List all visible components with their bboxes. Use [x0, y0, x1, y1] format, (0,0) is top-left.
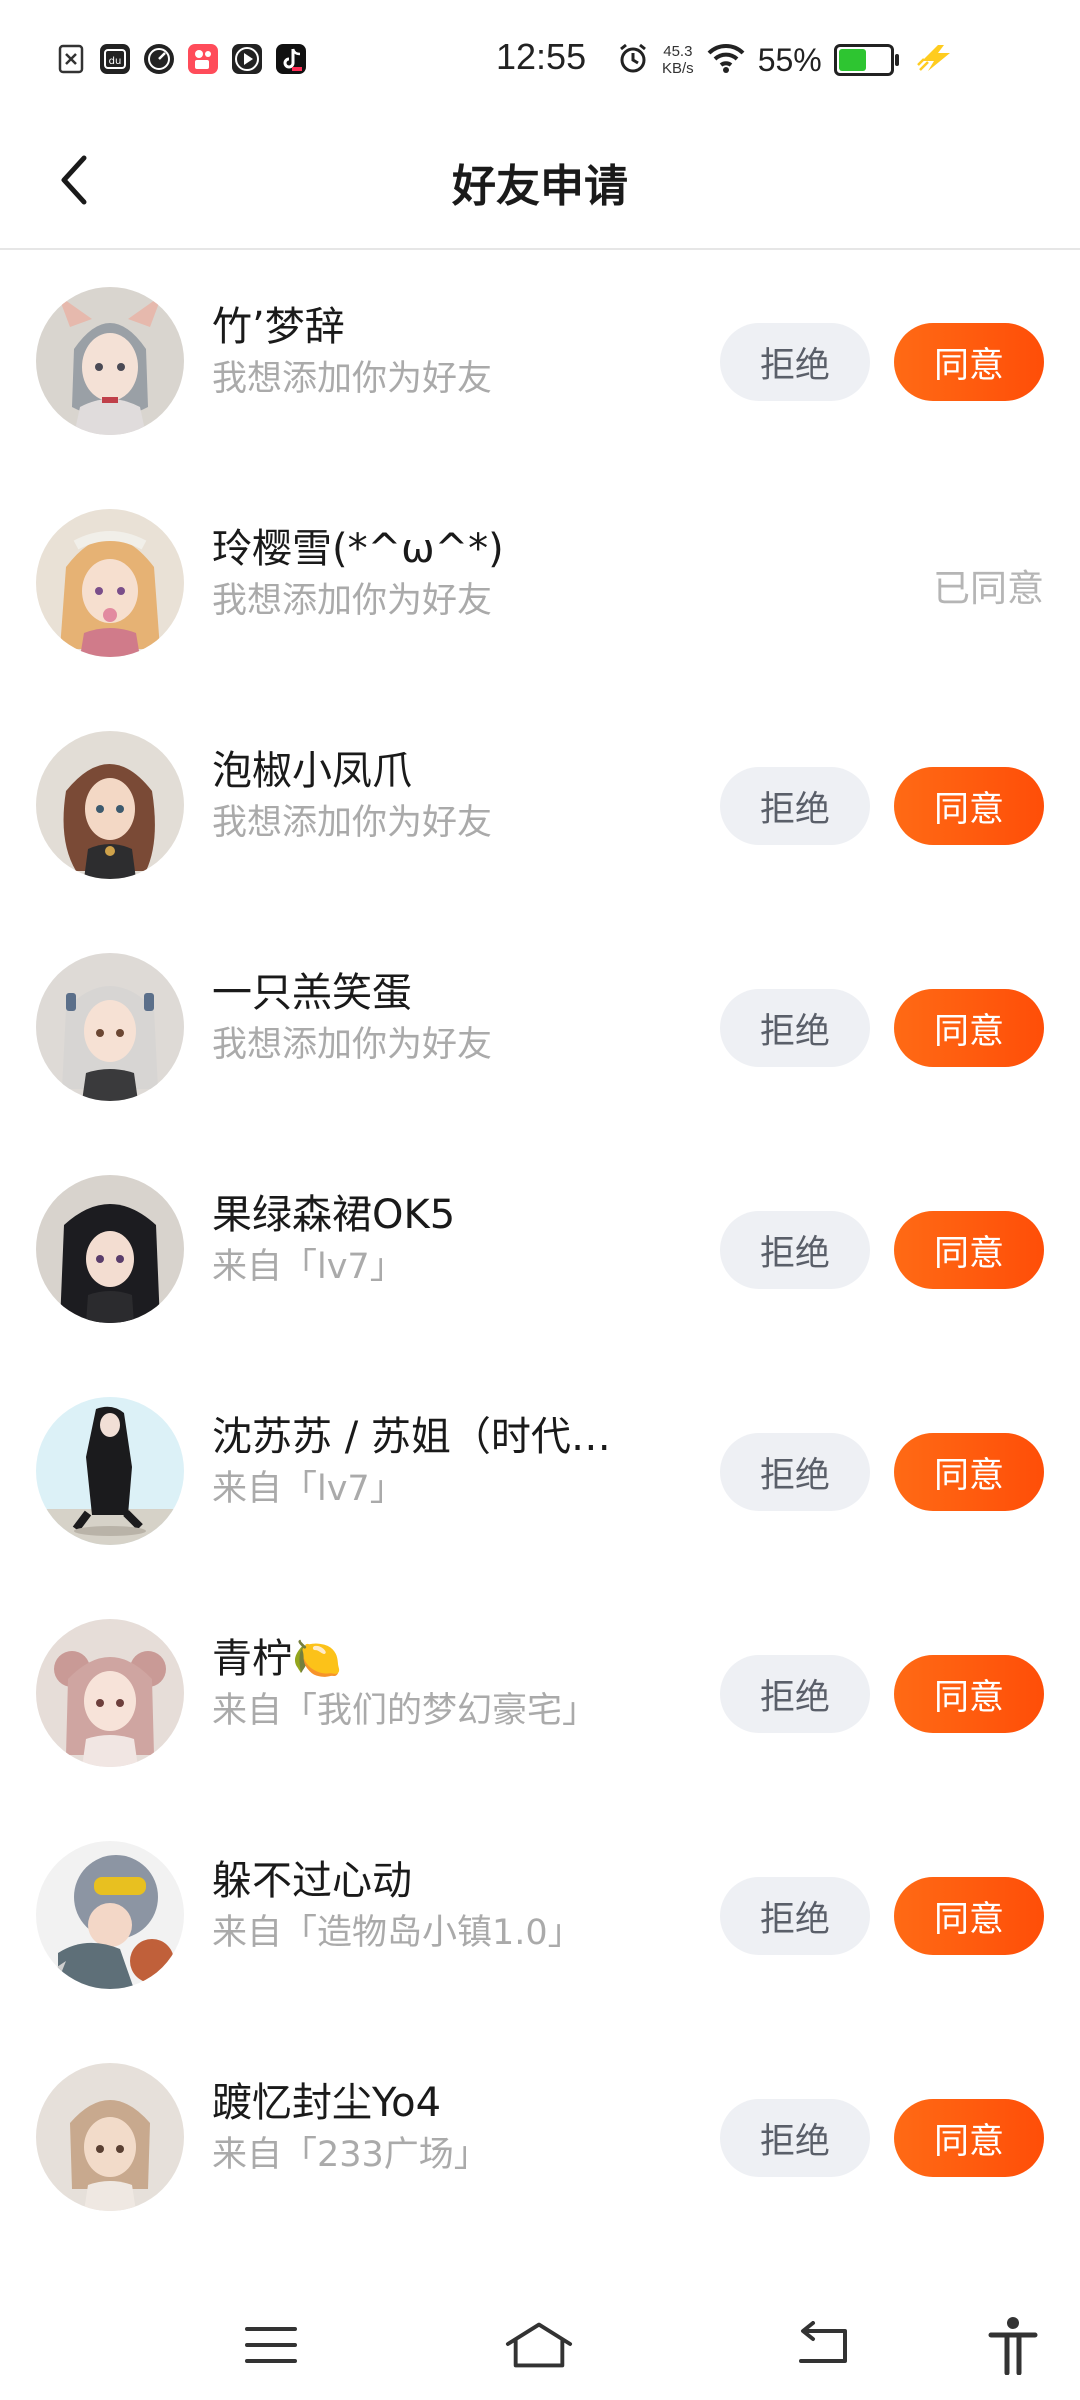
requester-name: 竹’梦辞: [212, 304, 345, 350]
net-speed-unit: KB/s: [662, 60, 694, 77]
list-item: 沈苏苏 / 苏姐（时代… 来自「lv7」 拒绝 同意: [0, 1360, 1080, 1582]
reject-button[interactable]: 拒绝: [720, 2099, 870, 2177]
battery-level: [838, 49, 866, 71]
list-item: 躲不过心动 来自「造物岛小镇1.0」 拒绝 同意: [0, 1804, 1080, 2026]
accepted-status: 已同意: [933, 567, 1044, 610]
requester-name: 躲不过心动: [212, 1858, 412, 1904]
reject-button[interactable]: 拒绝: [720, 767, 870, 845]
home-icon: [505, 2322, 573, 2368]
accept-button[interactable]: 同意: [894, 1655, 1044, 1733]
request-message: 来自「lv7」: [212, 1247, 405, 1287]
menu-icon: [245, 2327, 297, 2363]
avatar[interactable]: [36, 953, 184, 1101]
avatar[interactable]: [36, 1841, 184, 1989]
accessibility-icon: [988, 2317, 1038, 2375]
list-item: 踱忆封尘Yo4 来自「233广场」 拒绝 同意: [0, 2026, 1080, 2248]
svg-text:du: du: [109, 56, 122, 67]
accept-button[interactable]: 同意: [894, 323, 1044, 401]
requester-name: 玲樱雪(*^ω^*): [212, 526, 504, 572]
menu-button[interactable]: [236, 2310, 306, 2380]
accept-button[interactable]: 同意: [894, 1433, 1044, 1511]
avatar[interactable]: [36, 509, 184, 657]
list-item: 玲樱雪(*^ω^*) 我想添加你为好友 已同意: [0, 472, 1080, 694]
list-item: 一只羔笑蛋 我想添加你为好友 拒绝 同意: [0, 916, 1080, 1138]
accept-button[interactable]: 同意: [894, 767, 1044, 845]
avatar[interactable]: [36, 1619, 184, 1767]
request-message: 来自「233广场」: [212, 2135, 489, 2175]
avatar[interactable]: [36, 1175, 184, 1323]
battery-icon: [833, 44, 899, 76]
battery-percent: 55%: [757, 41, 822, 78]
requester-name: 果绿森裙OK5: [212, 1192, 456, 1238]
accessibility-button[interactable]: [978, 2310, 1048, 2380]
du-app-icon: du: [100, 44, 130, 74]
reject-button[interactable]: 拒绝: [720, 1655, 870, 1733]
request-message: 来自「lv7」: [212, 1469, 405, 1509]
requester-name: 泡椒小凤爪: [212, 748, 412, 794]
reject-button[interactable]: 拒绝: [720, 1877, 870, 1955]
avatar[interactable]: [36, 1397, 184, 1545]
list-item: 泡椒小凤爪 我想添加你为好友 拒绝 同意: [0, 694, 1080, 916]
requester-name: 青柠🍋: [212, 1636, 342, 1682]
tiktok-icon: [276, 44, 306, 74]
requester-name: 踱忆封尘Yo4: [212, 2080, 442, 2126]
clock: 12:55: [496, 36, 587, 77]
reject-button[interactable]: 拒绝: [720, 323, 870, 401]
accept-button[interactable]: 同意: [894, 1211, 1044, 1289]
status-bar: du 12:55 45.3 KB/s 55%: [0, 0, 1080, 120]
request-message: 我想添加你为好友: [212, 803, 493, 843]
page-title: 好友申请: [452, 161, 628, 212]
notification-icons: du: [56, 44, 306, 74]
system-nav-bar: [0, 2280, 1080, 2400]
reject-button[interactable]: 拒绝: [720, 989, 870, 1067]
accept-button[interactable]: 同意: [894, 989, 1044, 1067]
page-header: 好友申请: [0, 120, 1080, 250]
file-x-icon: [56, 44, 86, 74]
requester-name: 沈苏苏 / 苏姐（时代…: [212, 1414, 611, 1460]
list-item: 竹’梦辞 我想添加你为好友 拒绝 同意: [0, 250, 1080, 472]
avatar[interactable]: [36, 2063, 184, 2211]
request-message: 来自「我们的梦幻豪宅」: [212, 1691, 598, 1731]
play-icon: [232, 44, 262, 74]
wifi-icon: [706, 42, 746, 79]
request-message: 来自「造物岛小镇1.0」: [212, 1913, 583, 1953]
reject-button[interactable]: 拒绝: [720, 1211, 870, 1289]
back-icon: [799, 2321, 847, 2363]
network-speed: 45.3 KB/s: [662, 43, 694, 77]
charging-icon: [916, 43, 956, 78]
list-item: 果绿森裙OK5 来自「lv7」 拒绝 同意: [0, 1138, 1080, 1360]
list-item: 青柠🍋 来自「我们的梦幻豪宅」 拒绝 同意: [0, 1582, 1080, 1804]
home-button[interactable]: [504, 2310, 574, 2380]
avatar[interactable]: [36, 287, 184, 435]
back-nav-button[interactable]: [788, 2310, 858, 2380]
avatar[interactable]: [36, 731, 184, 879]
request-message: 我想添加你为好友: [212, 1025, 493, 1065]
friend-request-list: 竹’梦辞 我想添加你为好友 拒绝 同意 玲樱雪(*^ω^*) 我想添加你为好友 …: [0, 250, 1080, 2248]
net-speed-value: 45.3: [663, 43, 693, 60]
speedometer-icon: [144, 44, 174, 74]
accept-button[interactable]: 同意: [894, 1877, 1044, 1955]
requester-name: 一只羔笑蛋: [212, 970, 412, 1016]
reject-button[interactable]: 拒绝: [720, 1433, 870, 1511]
status-indicators: 45.3 KB/s 55%: [616, 38, 956, 82]
request-message: 我想添加你为好友: [212, 581, 493, 621]
kuaishou-icon: [188, 44, 218, 74]
request-message: 我想添加你为好友: [212, 359, 493, 399]
alarm-icon: [616, 41, 650, 80]
accept-button[interactable]: 同意: [894, 2099, 1044, 2177]
